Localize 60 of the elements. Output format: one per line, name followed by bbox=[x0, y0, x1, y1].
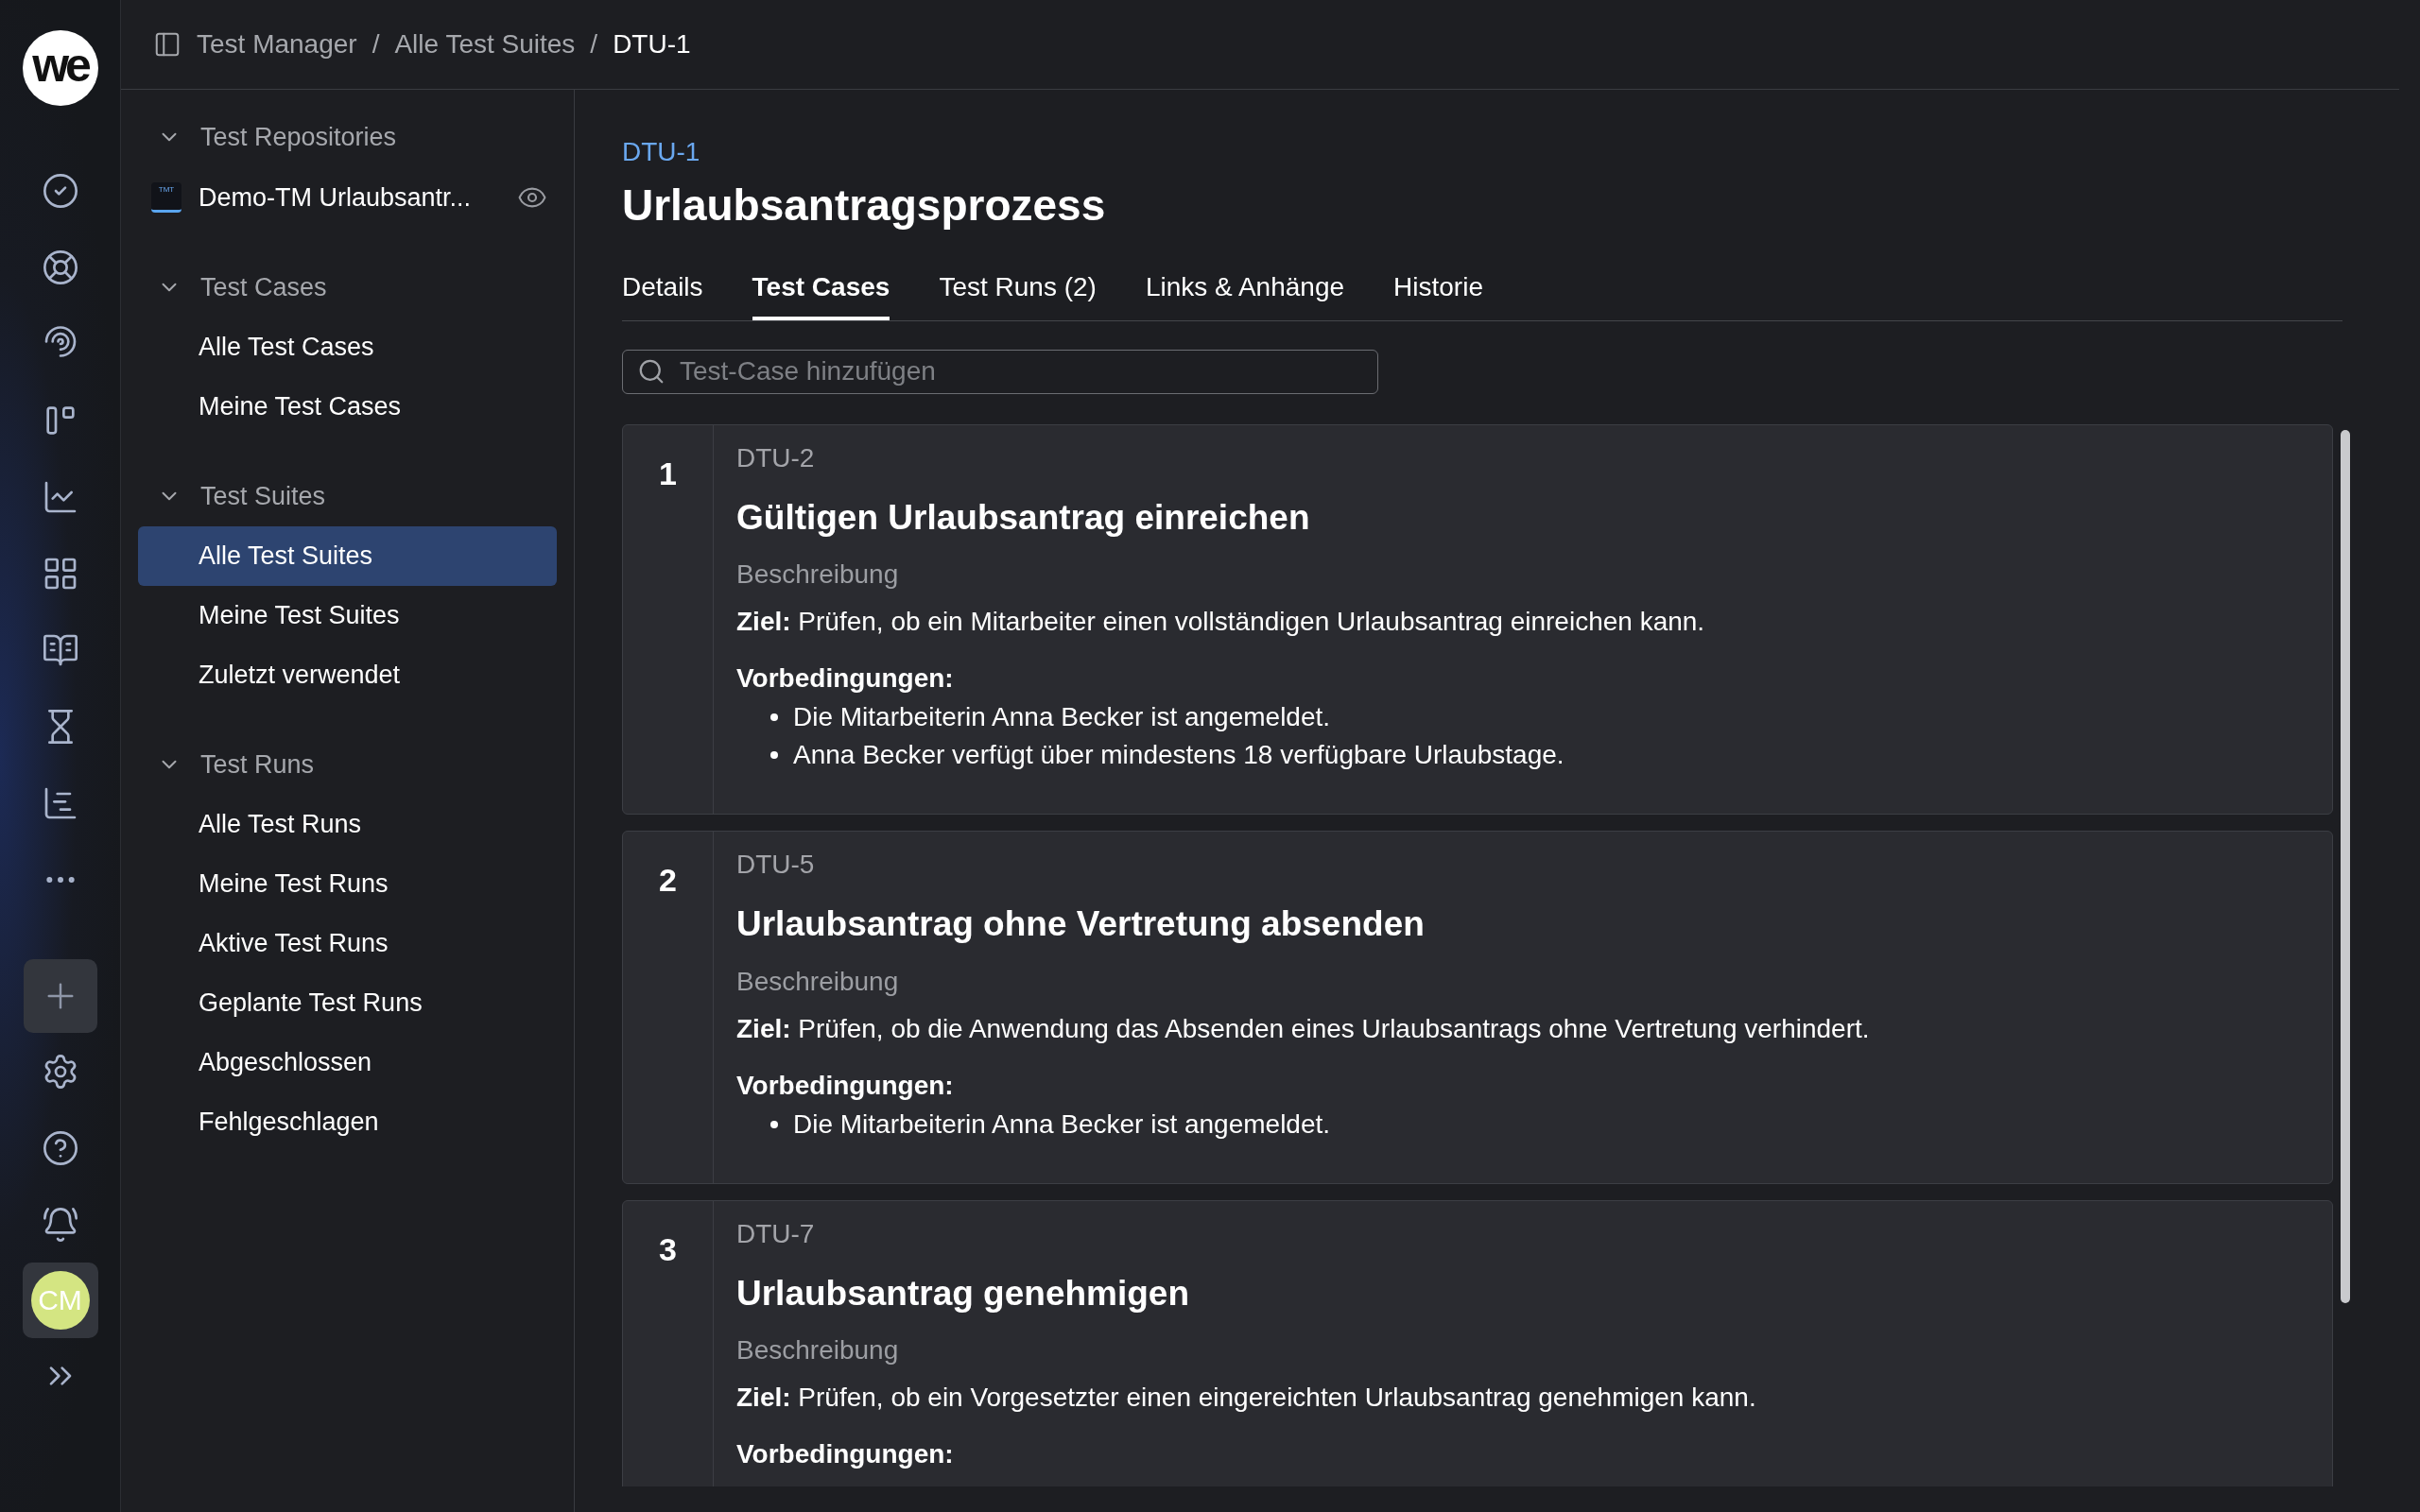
description-label: Beschreibung bbox=[736, 965, 900, 998]
case-title: Urlaubsantrag genehmigen bbox=[736, 1272, 1191, 1314]
breadcrumb-separator: / bbox=[590, 28, 598, 60]
sidebar-item[interactable]: Meine Test Runs bbox=[138, 854, 557, 914]
sidebar-item[interactable]: Zuletzt verwendet bbox=[138, 645, 557, 705]
goal-text: Ziel: Prüfen, ob die Anwendung das Absenden eines Urlaubsantrags ohne Vertretung verhindert. bbox=[736, 1012, 1871, 1045]
bullet-icon bbox=[770, 713, 778, 721]
sidebar-toggle-icon[interactable] bbox=[153, 30, 182, 59]
case-number: 1 bbox=[659, 456, 677, 493]
sidebar-item[interactable]: Geplante Test Runs bbox=[138, 973, 557, 1033]
sidebar-item[interactable]: Meine Test Suites bbox=[138, 586, 557, 645]
case-key: DTU-2 bbox=[736, 438, 2332, 478]
description-label: Beschreibung bbox=[736, 1334, 900, 1366]
precondition-text: Die Mitarbeiterin Anna Becker ist angemeldet. bbox=[793, 701, 1331, 733]
sidebar-item[interactable]: Meine Test Cases bbox=[138, 377, 557, 437]
goal-text: Ziel: Prüfen, ob ein Vorgesetzter einen eingereichten Urlaubsantrag genehmigen kann. bbox=[736, 1382, 1757, 1414]
breadcrumb-link[interactable]: Alle Test Suites bbox=[394, 25, 576, 64]
precondition-text: Anna Becker verfügt über mindestens 18 verfügbare Urlaubstage. bbox=[793, 739, 1564, 771]
bell-icon[interactable] bbox=[41, 1205, 79, 1244]
preconditions-label: Vorbedingungen: bbox=[736, 1438, 955, 1470]
sidebar-item[interactable]: Alle Test Cases bbox=[138, 318, 557, 377]
page-key[interactable]: DTU-1 bbox=[622, 139, 2333, 165]
help-icon[interactable] bbox=[41, 1128, 79, 1167]
bullet-icon bbox=[770, 1120, 778, 1128]
sidebar-item[interactable]: Abgeschlossen bbox=[138, 1033, 557, 1092]
preconditions-label: Vorbedingungen: bbox=[736, 662, 955, 695]
logo[interactable]: we bbox=[22, 30, 98, 106]
breadcrumb-separator: / bbox=[372, 28, 380, 60]
section-header[interactable]: Test Suites bbox=[138, 466, 557, 526]
sidebar-item[interactable]: Alle Test Suites bbox=[138, 526, 557, 586]
lifebuoy-icon[interactable] bbox=[41, 248, 79, 286]
search-field[interactable]: Test-Case hinzufügen bbox=[622, 349, 1378, 394]
tab[interactable]: Test Runs (2) bbox=[939, 263, 1097, 320]
case-number: 2 bbox=[659, 864, 677, 900]
page-title: Urlaubsantragsprozess bbox=[622, 180, 1107, 232]
sidebar-item[interactable]: Alle Test Runs bbox=[138, 795, 557, 854]
tab[interactable]: Details bbox=[622, 263, 703, 320]
goal-text: Ziel: Prüfen, ob ein Mitarbeiter einen vollständigen Urlaubsantrag einreichen kann. bbox=[736, 606, 1706, 638]
tab[interactable]: Historie bbox=[1393, 263, 1483, 320]
description-label: Beschreibung bbox=[736, 558, 900, 591]
sidebar-item[interactable]: Aktive Test Runs bbox=[138, 914, 557, 973]
section-header[interactable]: Test Cases bbox=[138, 257, 557, 318]
scrollbar-thumb[interactable] bbox=[2341, 430, 2350, 1303]
tab[interactable]: Links & Anhänge bbox=[1145, 263, 1345, 320]
precondition-text: Die Mitarbeiterin Anna Becker ist angemeldet. bbox=[793, 1108, 1331, 1141]
breadcrumb-link[interactable]: Test Manager bbox=[197, 25, 357, 64]
case-key: DTU-5 bbox=[736, 845, 2332, 885]
preconditions-label: Vorbedingungen: bbox=[736, 1069, 955, 1102]
repository-item[interactable]: TMT Demo-TM Urlaubsantr... bbox=[151, 167, 508, 228]
case-title: Urlaubsantrag ohne Vertretung absenden bbox=[736, 903, 1426, 945]
breadcrumb-link[interactable]: DTU-1 bbox=[613, 25, 691, 64]
sidebar-item[interactable]: Fehlgeschlagen bbox=[138, 1092, 557, 1152]
section-header[interactable]: Test Runs bbox=[138, 734, 557, 795]
section-header[interactable]: Test Repositories bbox=[138, 107, 557, 167]
tab[interactable]: Test Cases bbox=[752, 263, 890, 320]
bullet-icon bbox=[770, 751, 778, 759]
checkmark-circle-icon[interactable] bbox=[41, 171, 79, 210]
case-number: 3 bbox=[659, 1232, 677, 1269]
case-key: DTU-7 bbox=[736, 1213, 2332, 1254]
case-title: Gültigen Urlaubsantrag einreichen bbox=[736, 496, 1311, 539]
